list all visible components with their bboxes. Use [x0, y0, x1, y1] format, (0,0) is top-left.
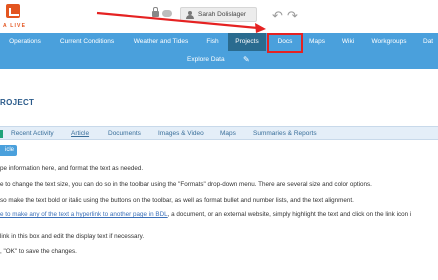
body-line-2: e to change the text size, you can do so… [0, 181, 372, 188]
tab-maps[interactable]: Maps [220, 130, 236, 137]
body-line-3: so make the text bold or italic using th… [0, 197, 354, 204]
active-marker [0, 130, 3, 138]
body-line-5: link in this box and edit the display te… [0, 233, 145, 240]
nav-item-projects[interactable]: Projects [228, 33, 266, 51]
nav-item-maps[interactable]: Maps [305, 33, 329, 51]
nav-item-workgroups[interactable]: Workgroups [367, 33, 411, 51]
nav-item-explore-data[interactable]: Explore Data [187, 51, 225, 69]
nav-item-fish[interactable]: Fish [200, 33, 225, 51]
hyperlink-example[interactable]: e to make any of the text a hyperlink to… [0, 211, 168, 218]
user-menu-button[interactable]: Sarah Dolislager [180, 7, 257, 22]
nav-item-data[interactable]: Dat [423, 33, 438, 51]
body-line-4: e to make any of the text a hyperlink to… [0, 211, 411, 218]
top-bar: A LIVE Sarah Dolislager ↶ ↷ [0, 0, 438, 33]
tab-summaries-reports[interactable]: Summaries & Reports [253, 130, 317, 137]
docs-highlight-box [267, 33, 303, 53]
tab-images-video[interactable]: Images & Video [158, 130, 204, 137]
nav-item-operations[interactable]: Operations [5, 33, 45, 51]
body-line-4-text: , a document, or an external website, si… [167, 211, 412, 218]
logo-text: A LIVE [3, 23, 27, 29]
pencil-icon[interactable]: ✎ [243, 55, 252, 64]
nav-item-wiki[interactable]: Wiki [337, 33, 359, 51]
undo-icon[interactable]: ↶ [272, 9, 283, 22]
nav-item-weather-and-tides[interactable]: Weather and Tides [130, 33, 192, 51]
logo-mark-icon [6, 4, 20, 18]
body-line-1: pe information here, and format the text… [0, 165, 144, 172]
user-icon [186, 11, 194, 19]
tab-recent-activity[interactable]: Recent Activity [11, 130, 54, 137]
lock-icon[interactable] [152, 7, 159, 17]
tab-documents[interactable]: Documents [108, 130, 141, 137]
tab-article[interactable]: Article [71, 130, 89, 137]
site-logo[interactable]: A LIVE [0, 0, 36, 33]
page-title: ROJECT [0, 98, 35, 107]
main-nav: Operations Current Conditions Weather an… [0, 33, 438, 69]
nav-item-current-conditions[interactable]: Current Conditions [55, 33, 119, 51]
body-line-6: , "OK" to save the changes. [0, 248, 77, 255]
article-button[interactable]: icle [0, 145, 17, 156]
redo-icon[interactable]: ↷ [287, 9, 298, 22]
content-tabs: Recent Activity Article Documents Images… [0, 126, 438, 140]
toggle-icon[interactable] [162, 10, 172, 17]
user-name: Sarah Dolislager [198, 11, 247, 18]
